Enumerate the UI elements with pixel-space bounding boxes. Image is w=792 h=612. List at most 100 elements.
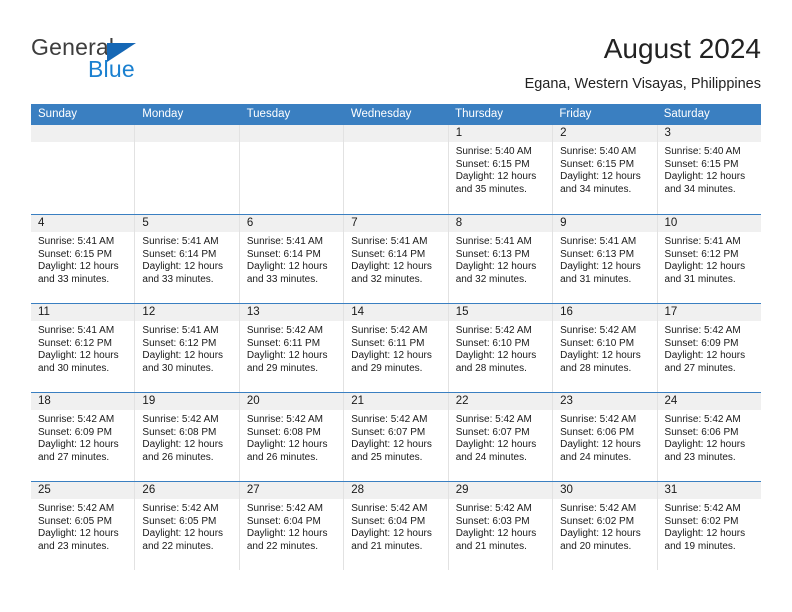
day-sunrise-text: Sunrise: 5:41 AM (38, 236, 115, 247)
day-number: 18 (31, 393, 135, 410)
day-sunrise-text: Sunrise: 5:42 AM (351, 414, 428, 425)
day-number: 10 (657, 215, 761, 232)
day-details: Sunrise: 5:42 AM Sunset: 6:07 PM Daylight:… (449, 410, 552, 464)
day-sunrise-text: Sunrise: 5:40 AM (560, 146, 637, 157)
day-sunset-text: Sunset: 6:15 PM (455, 158, 530, 170)
day-sunrise-text: Sunrise: 5:41 AM (38, 325, 115, 336)
day-details: Sunrise: 5:41 AM Sunset: 6:14 PM Daylight:… (240, 232, 343, 286)
day-details: Sunrise: 5:42 AM Sunset: 6:09 PM Daylight:… (31, 410, 134, 464)
day-sunset-text: Sunset: 6:15 PM (38, 248, 112, 260)
day-cell-26[interactable]: 26 Sunrise: 5:42 AM Sunset: 6:05 PM Dayligh… (135, 482, 240, 570)
day-sunset-text: Sunset: 6:02 PM (560, 515, 635, 527)
general-blue-logo[interactable]: General Blue (31, 34, 211, 86)
day-sunrise-text: Sunrise: 5:41 AM (351, 236, 428, 247)
day-cell-24[interactable]: 24 Sunrise: 5:42 AM Sunset: 6:06 PM Dayligh… (657, 393, 761, 481)
day-number: 13 (239, 304, 344, 321)
day-cell-5[interactable]: 5 Sunrise: 5:41 AM Sunset: 6:14 PM Daylight… (135, 215, 240, 303)
day-number: 5 (135, 215, 239, 232)
day-number: 7 (344, 215, 448, 232)
day-sunset-text: Sunset: 6:07 PM (351, 426, 426, 438)
day-sunrise-text: Sunrise: 5:41 AM (246, 236, 323, 247)
day-cell-11[interactable]: 11 Sunrise: 5:41 AM Sunset: 6:12 PM Dayligh… (31, 304, 136, 392)
day-sunrise-text: Sunrise: 5:42 AM (246, 414, 323, 425)
day-details: Sunrise: 5:40 AM Sunset: 6:15 PM Daylight:… (658, 142, 761, 196)
day-cell-17[interactable]: 17 Sunrise: 5:42 AM Sunset: 6:09 PM Dayligh… (657, 304, 761, 392)
day-number: 9 (553, 215, 657, 232)
day-cell-2[interactable]: 2 Sunrise: 5:40 AM Sunset: 6:15 PM Daylight… (553, 125, 658, 214)
day-cell-31[interactable]: 31 Sunrise: 5:42 AM Sunset: 6:02 PM Dayligh… (657, 482, 761, 570)
day-details: Sunrise: 5:41 AM Sunset: 6:14 PM Daylight:… (135, 232, 238, 286)
day-sunrise-text: Sunrise: 5:42 AM (560, 414, 637, 425)
day-number: 15 (448, 304, 553, 321)
day-cell-22[interactable]: 22 Sunrise: 5:42 AM Sunset: 6:07 PM Dayligh… (448, 393, 554, 481)
day-cell-15[interactable]: 15 Sunrise: 5:42 AM Sunset: 6:10 PM Dayligh… (448, 304, 554, 392)
day-daylight-text: Daylight: 12 hours and 32 minutes. (455, 261, 537, 285)
day-sunrise-text: Sunrise: 5:42 AM (142, 414, 219, 425)
day-cell-16[interactable]: 16 Sunrise: 5:42 AM Sunset: 6:10 PM Dayligh… (553, 304, 658, 392)
day-cell-23[interactable]: 23 Sunrise: 5:42 AM Sunset: 6:06 PM Dayligh… (553, 393, 658, 481)
day-cell-27[interactable]: 27 Sunrise: 5:42 AM Sunset: 6:04 PM Dayligh… (239, 482, 345, 570)
day-sunset-text: Sunset: 6:11 PM (246, 337, 321, 349)
day-cell-18[interactable]: 18 Sunrise: 5:42 AM Sunset: 6:09 PM Dayligh… (31, 393, 136, 481)
day-cell-empty (344, 125, 449, 214)
location-subtitle: Egana, Western Visayas, Philippines (524, 76, 761, 92)
day-sunrise-text: Sunrise: 5:42 AM (664, 325, 741, 336)
day-cell-10[interactable]: 10 Sunrise: 5:41 AM Sunset: 6:12 PM Dayligh… (657, 215, 761, 303)
day-daylight-text: Daylight: 12 hours and 30 minutes. (38, 350, 119, 374)
day-cell-8[interactable]: 8 Sunrise: 5:41 AM Sunset: 6:13 PM Daylight… (448, 215, 554, 303)
day-cell-19[interactable]: 19 Sunrise: 5:42 AM Sunset: 6:08 PM Dayligh… (135, 393, 240, 481)
day-sunset-text: Sunset: 6:12 PM (38, 337, 112, 349)
day-number (239, 125, 344, 142)
day-daylight-text: Daylight: 12 hours and 30 minutes. (142, 350, 224, 374)
day-details: Sunrise: 5:41 AM Sunset: 6:12 PM Daylight:… (31, 321, 134, 375)
day-details: Sunrise: 5:41 AM Sunset: 6:14 PM Daylight:… (344, 232, 447, 286)
day-cell-12[interactable]: 12 Sunrise: 5:41 AM Sunset: 6:12 PM Dayligh… (135, 304, 240, 392)
day-cell-4[interactable]: 4 Sunrise: 5:41 AM Sunset: 6:15 PM Daylight… (31, 215, 136, 303)
day-details: Sunrise: 5:42 AM Sunset: 6:05 PM Daylight:… (135, 499, 238, 553)
day-details: Sunrise: 5:40 AM Sunset: 6:15 PM Daylight:… (553, 142, 656, 196)
day-cell-25[interactable]: 25 Sunrise: 5:42 AM Sunset: 6:05 PM Dayligh… (31, 482, 136, 570)
day-sunrise-text: Sunrise: 5:42 AM (560, 503, 637, 514)
weekday-header-saturday: Saturday (663, 108, 710, 120)
day-details (31, 142, 134, 146)
day-cell-20[interactable]: 20 Sunrise: 5:42 AM Sunset: 6:08 PM Dayligh… (239, 393, 345, 481)
day-sunset-text: Sunset: 6:14 PM (351, 248, 426, 260)
day-details (344, 142, 447, 146)
day-cell-7[interactable]: 7 Sunrise: 5:41 AM Sunset: 6:14 PM Daylight… (344, 215, 449, 303)
weekday-header-monday: Monday (142, 108, 184, 120)
day-cell-3[interactable]: 3 Sunrise: 5:40 AM Sunset: 6:15 PM Daylight… (657, 125, 761, 214)
day-daylight-text: Daylight: 12 hours and 33 minutes. (142, 261, 224, 285)
day-cell-13[interactable]: 13 Sunrise: 5:42 AM Sunset: 6:11 PM Dayligh… (239, 304, 345, 392)
day-number: 17 (657, 304, 761, 321)
day-cell-28[interactable]: 28 Sunrise: 5:42 AM Sunset: 6:04 PM Dayligh… (344, 482, 449, 570)
day-sunrise-text: Sunrise: 5:41 AM (560, 236, 637, 247)
day-sunrise-text: Sunrise: 5:42 AM (246, 503, 323, 514)
day-cell-empty (31, 125, 136, 214)
day-number: 20 (239, 393, 344, 410)
day-details: Sunrise: 5:40 AM Sunset: 6:15 PM Daylight:… (449, 142, 552, 196)
day-cell-14[interactable]: 14 Sunrise: 5:42 AM Sunset: 6:11 PM Dayligh… (344, 304, 449, 392)
day-cell-9[interactable]: 9 Sunrise: 5:41 AM Sunset: 6:13 PM Daylight… (553, 215, 658, 303)
day-cell-21[interactable]: 21 Sunrise: 5:42 AM Sunset: 6:07 PM Dayligh… (344, 393, 449, 481)
day-sunrise-text: Sunrise: 5:42 AM (664, 414, 741, 425)
day-cell-30[interactable]: 30 Sunrise: 5:42 AM Sunset: 6:02 PM Dayligh… (553, 482, 658, 570)
day-cell-6[interactable]: 6 Sunrise: 5:41 AM Sunset: 6:14 PM Daylight… (239, 215, 345, 303)
weekday-header-wednesday: Wednesday (350, 108, 412, 120)
logo-text-blue: Blue (88, 56, 135, 82)
day-sunrise-text: Sunrise: 5:42 AM (455, 325, 532, 336)
day-sunset-text: Sunset: 6:06 PM (560, 426, 635, 438)
day-sunrise-text: Sunrise: 5:42 AM (351, 503, 428, 514)
day-daylight-text: Daylight: 12 hours and 25 minutes. (351, 439, 432, 463)
day-cell-1[interactable]: 1 Sunrise: 5:40 AM Sunset: 6:15 PM Daylight… (448, 125, 554, 214)
day-cell-29[interactable]: 29 Sunrise: 5:42 AM Sunset: 6:03 PM Dayligh… (448, 482, 554, 570)
day-sunrise-text: Sunrise: 5:42 AM (246, 325, 323, 336)
day-details: Sunrise: 5:42 AM Sunset: 6:10 PM Daylight:… (449, 321, 552, 375)
day-daylight-text: Daylight: 12 hours and 23 minutes. (38, 528, 119, 552)
calendar-week-row: 18 Sunrise: 5:42 AM Sunset: 6:09 PM Dayligh… (31, 392, 761, 481)
day-daylight-text: Daylight: 12 hours and 21 minutes. (351, 528, 432, 552)
day-sunrise-text: Sunrise: 5:42 AM (455, 503, 532, 514)
calendar-week-row: 1 Sunrise: 5:40 AM Sunset: 6:15 PM Daylight… (31, 125, 761, 214)
calendar-week-row: 25 Sunrise: 5:42 AM Sunset: 6:05 PM Dayligh… (31, 481, 761, 570)
day-details: Sunrise: 5:42 AM Sunset: 6:06 PM Daylight:… (553, 410, 656, 464)
day-sunset-text: Sunset: 6:04 PM (246, 515, 321, 527)
